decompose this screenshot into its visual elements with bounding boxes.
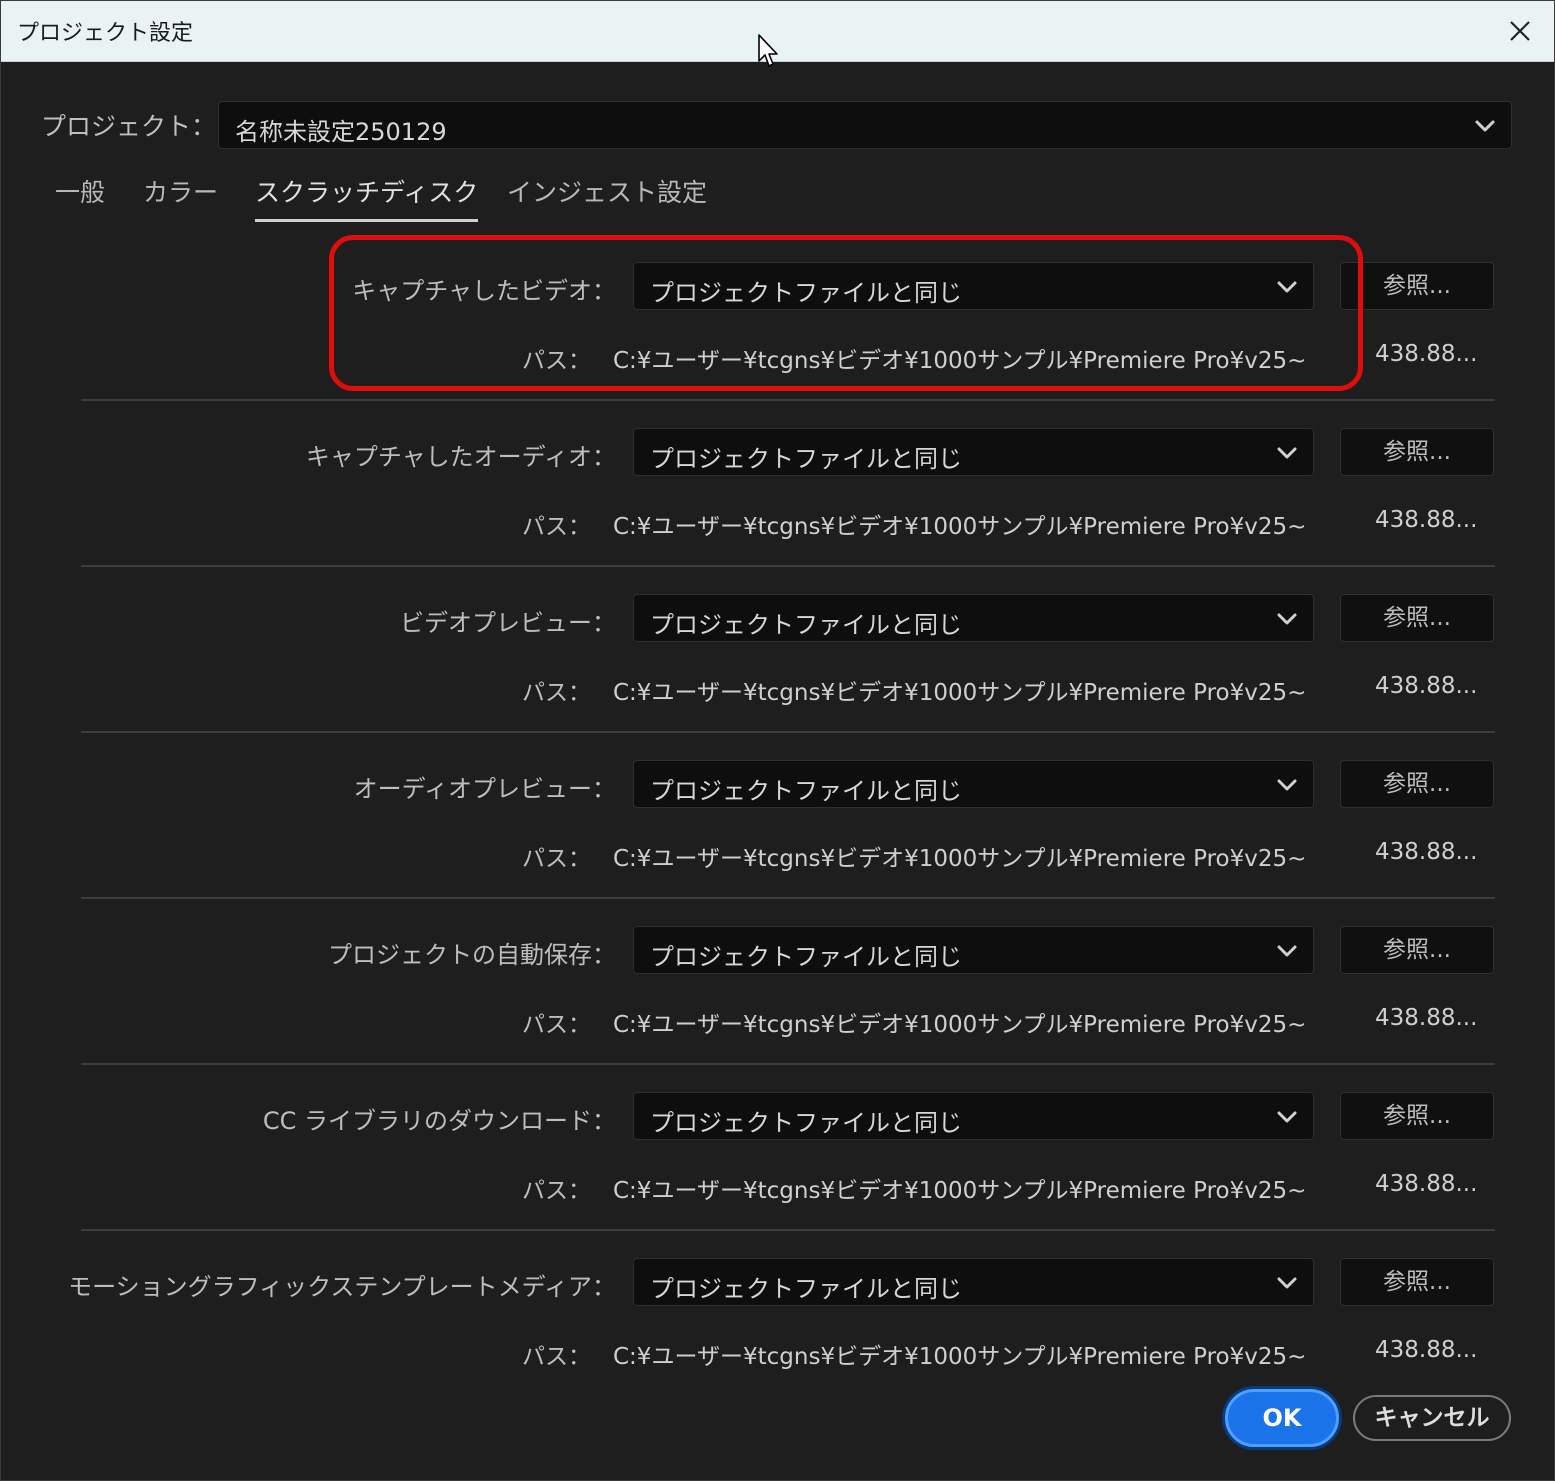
path-value-motion-graphics-media: C:¥ユーザー¥tcgns¥ビデオ¥1000サンプル¥Premiere Pro¥… [613, 1344, 1307, 1370]
project-label: プロジェクト： [41, 112, 217, 141]
chevron-down-icon [1275, 609, 1299, 629]
path-label: パス： [522, 1178, 591, 1204]
path-label: パス： [522, 514, 591, 540]
ok-button[interactable]: OK [1225, 1389, 1339, 1447]
path-value-video-previews: C:¥ユーザー¥tcgns¥ビデオ¥1000サンプル¥Premiere Pro¥… [613, 680, 1307, 706]
free-space-motion-graphics-media: 438.88... [1375, 1337, 1478, 1363]
free-space-captured-video: 438.88... [1375, 341, 1478, 367]
project-autosave-dropdown[interactable]: プロジェクトファイルと同じ [633, 926, 1314, 974]
browse-button-video-previews[interactable]: 参照... [1340, 594, 1494, 642]
divider [81, 565, 1495, 567]
path-value-captured-audio: C:¥ユーザー¥tcgns¥ビデオ¥1000サンプル¥Premiere Pro¥… [613, 514, 1307, 540]
tab-general[interactable]: 一般 [55, 173, 105, 219]
browse-button-motion-graphics-media[interactable]: 参照... [1340, 1258, 1494, 1306]
project-settings-dialog: プロジェクト設定 プロジェクト： 名称未設定250129 一般 カラー スクラッ… [0, 0, 1555, 1481]
path-value-audio-previews: C:¥ユーザー¥tcgns¥ビデオ¥1000サンプル¥Premiere Pro¥… [613, 846, 1307, 872]
row-label-cc-libraries: CC ライブラリのダウンロード： [262, 1107, 616, 1135]
dropdown-value: プロジェクトファイルと同じ [650, 943, 962, 971]
free-space-cc-libraries: 438.88... [1375, 1171, 1478, 1197]
project-dropdown[interactable]: 名称未設定250129 [218, 101, 1512, 149]
dropdown-value: プロジェクトファイルと同じ [650, 1275, 962, 1303]
close-icon [1510, 21, 1530, 41]
divider [81, 399, 1495, 401]
chevron-down-icon [1275, 1107, 1299, 1127]
close-button[interactable] [1500, 11, 1540, 51]
browse-button-cc-libraries[interactable]: 参照... [1340, 1092, 1494, 1140]
row-label-project-autosave: プロジェクトの自動保存： [328, 941, 616, 969]
free-space-audio-previews: 438.88... [1375, 839, 1478, 865]
dropdown-value: プロジェクトファイルと同じ [650, 611, 962, 639]
dropdown-value: プロジェクトファイルと同じ [650, 1109, 962, 1137]
tab-ingest-settings[interactable]: インジェスト設定 [507, 173, 707, 219]
chevron-down-icon [1275, 941, 1299, 961]
path-label: パス： [522, 1344, 591, 1370]
path-label: パス： [522, 680, 591, 706]
audio-previews-dropdown[interactable]: プロジェクトファイルと同じ [633, 760, 1314, 808]
browse-button-audio-previews[interactable]: 参照... [1340, 760, 1494, 808]
mouse-cursor-icon [758, 34, 778, 67]
chevron-down-icon [1473, 116, 1497, 136]
divider [81, 1229, 1495, 1231]
divider [81, 731, 1495, 733]
captured-audio-dropdown[interactable]: プロジェクトファイルと同じ [633, 428, 1314, 476]
tab-color[interactable]: カラー [143, 173, 218, 219]
cc-libraries-dropdown[interactable]: プロジェクトファイルと同じ [633, 1092, 1314, 1140]
path-value-project-autosave: C:¥ユーザー¥tcgns¥ビデオ¥1000サンプル¥Premiere Pro¥… [613, 1012, 1307, 1038]
dropdown-value: プロジェクトファイルと同じ [650, 777, 962, 805]
browse-button-project-autosave[interactable]: 参照... [1340, 926, 1494, 974]
divider [81, 1063, 1495, 1065]
window-title: プロジェクト設定 [17, 21, 194, 46]
chevron-down-icon [1275, 1273, 1299, 1293]
tab-scratch-disks[interactable]: スクラッチディスク [255, 173, 479, 222]
path-label: パス： [522, 1012, 591, 1038]
video-previews-dropdown[interactable]: プロジェクトファイルと同じ [633, 594, 1314, 642]
browse-button-captured-video[interactable]: 参照... [1340, 262, 1494, 310]
row-label-captured-audio: キャプチャしたオーディオ： [305, 443, 616, 471]
row-label-audio-previews: オーディオプレビュー： [353, 775, 616, 803]
annotation-highlight-box [329, 235, 1363, 391]
motion-graphics-media-dropdown[interactable]: プロジェクトファイルと同じ [633, 1258, 1314, 1306]
project-dropdown-value: 名称未設定250129 [235, 118, 447, 146]
chevron-down-icon [1275, 775, 1299, 795]
dropdown-value: プロジェクトファイルと同じ [650, 445, 962, 473]
free-space-video-previews: 438.88... [1375, 673, 1478, 699]
divider [81, 897, 1495, 899]
free-space-captured-audio: 438.88... [1375, 507, 1478, 533]
browse-button-captured-audio[interactable]: 参照... [1340, 428, 1494, 476]
chevron-down-icon [1275, 443, 1299, 463]
row-label-motion-graphics-media: モーショングラフィックステンプレートメディア： [68, 1273, 616, 1301]
free-space-project-autosave: 438.88... [1375, 1005, 1478, 1031]
path-label: パス： [522, 846, 591, 872]
path-value-cc-libraries: C:¥ユーザー¥tcgns¥ビデオ¥1000サンプル¥Premiere Pro¥… [613, 1178, 1307, 1204]
cancel-button[interactable]: キャンセル [1353, 1395, 1511, 1441]
row-label-video-previews: ビデオプレビュー： [400, 609, 616, 637]
